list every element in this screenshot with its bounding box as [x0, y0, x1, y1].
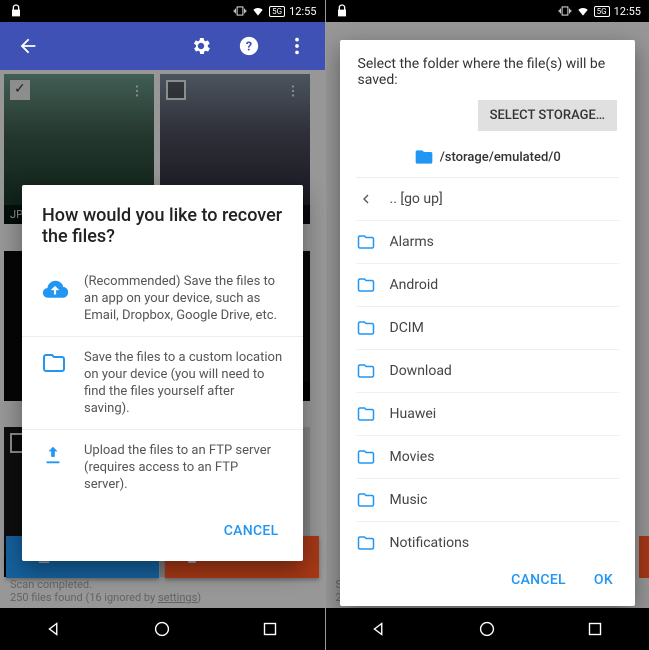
folder-list: .. [go up] Alarms Android DCIM Download Huaw…	[356, 177, 620, 554]
folder-name: Huawei	[390, 406, 437, 422]
folder-icon	[356, 319, 376, 337]
dialog-title: How would you like to recover the files?	[22, 205, 303, 261]
nav-recent[interactable]	[250, 609, 290, 649]
toolbar	[0, 22, 325, 70]
cloud-upload-icon	[42, 273, 70, 324]
folder-name: DCIM	[390, 320, 424, 336]
status-bar: 5G 12:55	[0, 0, 325, 22]
folder-row[interactable]: Huawei	[356, 393, 620, 436]
vibrate-icon	[233, 4, 247, 18]
ok-button[interactable]: OK	[584, 564, 623, 596]
lock-icon	[8, 3, 24, 19]
go-up-label: .. [go up]	[390, 191, 443, 207]
network-badge: 5G	[594, 6, 610, 17]
vibrate-icon	[558, 4, 572, 18]
option-ftp[interactable]: Upload the files to an FTP server (requi…	[22, 429, 303, 505]
status-time: 12:55	[614, 5, 641, 18]
wifi-icon	[576, 4, 590, 18]
upload-icon	[42, 442, 70, 493]
folder-row[interactable]: Music	[356, 479, 620, 522]
status-bar: 5G 12:55	[326, 0, 649, 22]
wifi-icon	[251, 4, 265, 18]
help-button[interactable]	[229, 26, 269, 66]
phone-right: 5G 12:55 Scan completed. 250 files found…	[325, 0, 649, 650]
folder-icon	[414, 147, 434, 167]
option-text: (Recommended) Save the files to an app o…	[84, 273, 283, 324]
folder-row[interactable]: DCIM	[356, 307, 620, 350]
folder-row[interactable]: Notifications	[356, 522, 620, 554]
folder-icon	[42, 349, 70, 417]
nav-home[interactable]	[467, 609, 507, 649]
overflow-button[interactable]	[277, 26, 317, 66]
network-badge: 5G	[269, 6, 285, 17]
path-text: /storage/emulated/0	[440, 150, 561, 165]
folder-name: Alarms	[390, 234, 434, 250]
status-time: 12:55	[289, 5, 316, 18]
folder-name: Movies	[390, 449, 435, 465]
folder-icon	[356, 362, 376, 380]
folder-name: Download	[390, 363, 452, 379]
phone-left: 5G 12:55 JPG, 180.48 KB JPG, 223.13 KB J…	[0, 0, 325, 650]
settings-button[interactable]	[181, 26, 221, 66]
nav-back[interactable]	[34, 609, 74, 649]
folder-row[interactable]: Alarms	[356, 221, 620, 264]
folder-name: Music	[390, 492, 428, 508]
current-path: /storage/emulated/0	[340, 143, 636, 177]
recover-dialog: How would you like to recover the files?…	[22, 185, 303, 561]
folder-icon	[356, 534, 376, 552]
folder-icon	[356, 405, 376, 423]
folder-row[interactable]: Download	[356, 350, 620, 393]
nav-bar	[0, 608, 325, 650]
go-up-row[interactable]: .. [go up]	[356, 178, 620, 221]
folder-icon	[356, 233, 376, 251]
chevron-left-icon	[356, 191, 376, 207]
folder-icon	[356, 276, 376, 294]
folder-icon	[356, 448, 376, 466]
option-text: Upload the files to an FTP server (requi…	[84, 442, 283, 493]
folder-picker-dialog: Select the folder where the file(s) will…	[340, 40, 636, 606]
nav-home[interactable]	[142, 609, 182, 649]
select-storage-button[interactable]: SELECT STORAGE…	[478, 100, 617, 131]
nav-back[interactable]	[359, 609, 399, 649]
folder-row[interactable]: Android	[356, 264, 620, 307]
option-cloud-app[interactable]: (Recommended) Save the files to an app o…	[22, 261, 303, 336]
nav-bar	[326, 608, 649, 650]
lock-icon	[334, 3, 350, 19]
folder-name: Android	[390, 277, 439, 293]
folder-row[interactable]: Movies	[356, 436, 620, 479]
cancel-button[interactable]: CANCEL	[214, 515, 289, 547]
option-custom-location[interactable]: Save the files to a custom location on y…	[22, 336, 303, 429]
cancel-button[interactable]: CANCEL	[501, 564, 576, 596]
dialog-prompt: Select the folder where the file(s) will…	[340, 56, 636, 100]
nav-recent[interactable]	[575, 609, 615, 649]
back-button[interactable]	[8, 26, 48, 66]
folder-name: Notifications	[390, 535, 470, 551]
folder-icon	[356, 491, 376, 509]
option-text: Save the files to a custom location on y…	[84, 349, 283, 417]
